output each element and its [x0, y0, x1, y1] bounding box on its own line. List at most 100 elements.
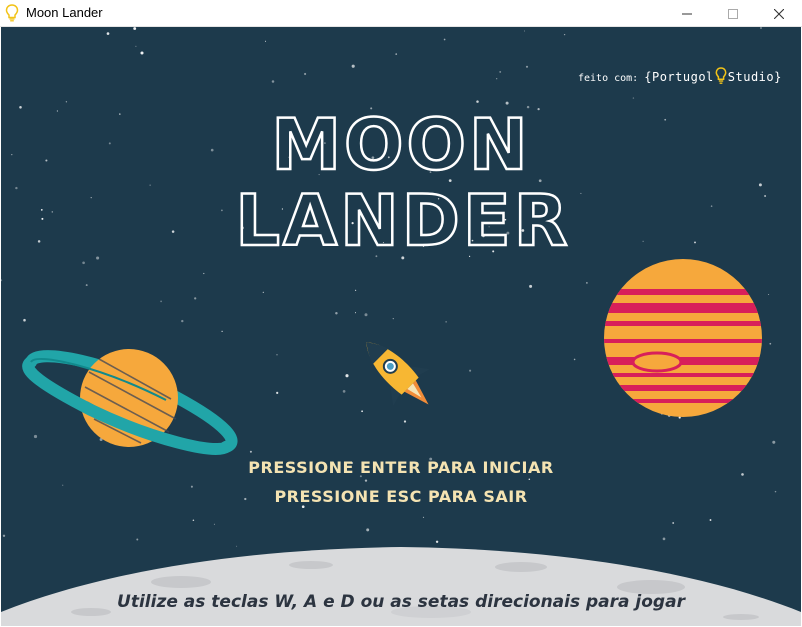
- star: [51, 211, 54, 213]
- game-title: MOON LANDER: [234, 103, 570, 264]
- brand-left: {Portugol: [644, 70, 714, 84]
- brand-right: Studio}: [727, 70, 782, 84]
- star: [2, 534, 6, 537]
- star: [435, 540, 439, 543]
- star: [236, 545, 238, 547]
- minimize-icon: [682, 13, 692, 14]
- star: [62, 484, 64, 486]
- star: [355, 289, 357, 291]
- lightbulb-icon: [5, 4, 19, 22]
- star: [672, 522, 675, 524]
- star: [768, 293, 770, 296]
- star: [264, 40, 267, 42]
- star: [528, 478, 531, 480]
- star: [108, 142, 111, 145]
- star: [136, 538, 139, 541]
- star: [664, 118, 667, 121]
- credit-prefix: feito com:: [578, 73, 639, 84]
- game-scene: MOON LANDER: [1, 27, 801, 626]
- star: [445, 321, 447, 323]
- star: [764, 195, 767, 197]
- credit-label: feito com: {Portugol Studio}: [578, 67, 782, 85]
- star: [135, 45, 137, 47]
- star: [573, 358, 576, 361]
- star: [96, 256, 100, 260]
- star: [354, 312, 357, 314]
- star: [210, 148, 214, 152]
- star: [221, 209, 223, 212]
- star: [758, 183, 762, 187]
- star: [496, 78, 498, 80]
- star: [476, 100, 479, 103]
- star: [662, 537, 666, 541]
- star: [181, 319, 184, 323]
- maximize-button[interactable]: [710, 0, 756, 27]
- star: [529, 284, 533, 288]
- star: [345, 374, 349, 378]
- start-prompt: Pressione Enter para iniciar: [248, 458, 554, 477]
- game-canvas[interactable]: MOON LANDER feito com: {Portugol Studio}…: [1, 27, 801, 626]
- star: [760, 27, 762, 29]
- star: [106, 32, 110, 35]
- title-line-lander: LANDER: [235, 180, 570, 262]
- star: [563, 33, 566, 36]
- star: [632, 97, 635, 99]
- controls-hint: Utilize as teclas W, A e D ou as setas d…: [117, 592, 685, 612]
- star: [23, 318, 26, 322]
- star: [15, 186, 18, 190]
- star: [351, 64, 355, 68]
- star: [392, 317, 394, 320]
- star: [364, 479, 368, 482]
- star: [276, 354, 278, 356]
- star: [194, 297, 197, 300]
- window-titlebar[interactable]: Moon Lander: [0, 0, 802, 27]
- maximize-icon: [728, 8, 738, 19]
- star: [171, 230, 175, 233]
- star: [149, 184, 151, 186]
- star: [586, 282, 588, 284]
- star: [160, 300, 162, 303]
- star: [523, 30, 526, 32]
- star: [82, 261, 85, 265]
- star: [90, 196, 92, 199]
- star: [45, 159, 48, 162]
- star: [140, 51, 144, 55]
- star: [276, 391, 279, 395]
- star: [443, 38, 446, 41]
- close-button[interactable]: [756, 0, 802, 27]
- star: [469, 369, 472, 372]
- star: [271, 80, 275, 83]
- star: [769, 342, 772, 345]
- star: [40, 209, 43, 211]
- star: [642, 240, 644, 242]
- star: [525, 65, 529, 68]
- star: [249, 450, 252, 453]
- star: [335, 311, 338, 315]
- star: [772, 440, 776, 444]
- star: [41, 217, 44, 220]
- star: [119, 113, 121, 115]
- title-line-moon: MOON: [271, 104, 530, 186]
- star: [133, 27, 137, 30]
- star: [304, 72, 307, 76]
- star: [709, 519, 712, 521]
- star: [56, 110, 59, 112]
- star: [19, 106, 22, 109]
- star: [694, 241, 696, 244]
- star: [85, 284, 88, 287]
- star: [422, 516, 425, 518]
- star: [192, 519, 195, 522]
- window-title: Moon Lander: [26, 5, 103, 20]
- minimize-button[interactable]: [664, 0, 710, 27]
- star: [65, 101, 68, 103]
- exit-prompt: Pressione Esc para sair: [274, 487, 528, 506]
- star: [11, 153, 13, 156]
- close-icon: [774, 8, 784, 19]
- star: [37, 240, 41, 243]
- star: [395, 53, 398, 55]
- star: [366, 528, 370, 532]
- star: [203, 272, 205, 275]
- star: [342, 390, 346, 393]
- star: [213, 523, 215, 525]
- star: [364, 313, 368, 317]
